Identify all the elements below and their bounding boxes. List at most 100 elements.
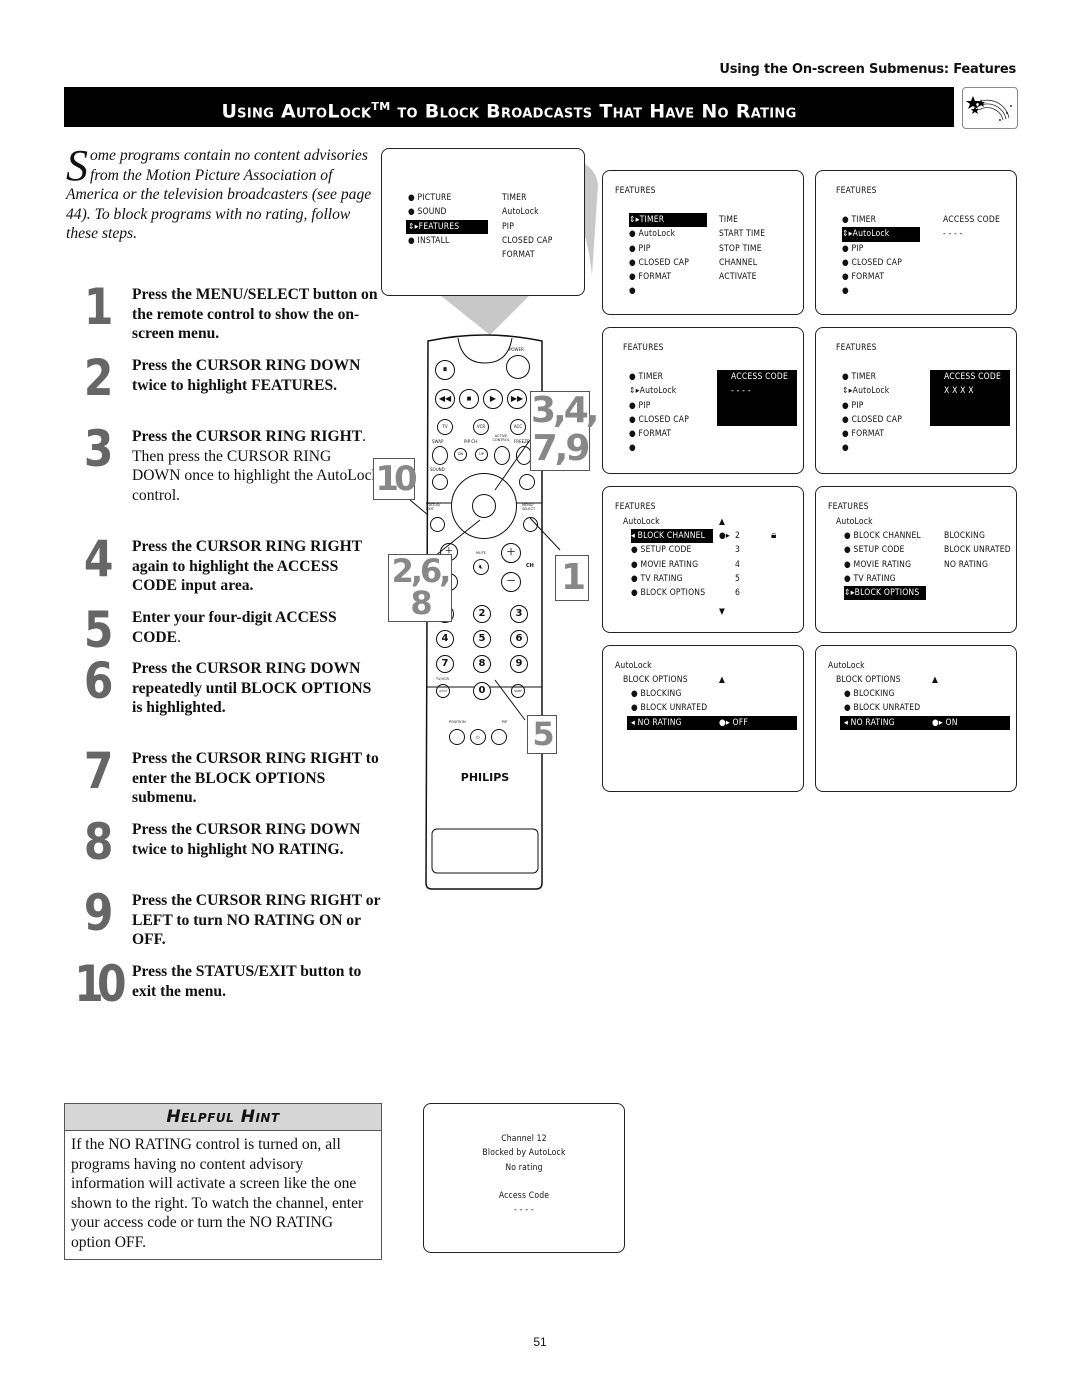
access-code-label: Access Code: [498, 1190, 550, 1201]
list-item: ● SETUP CODE: [844, 545, 905, 556]
screen-no-rating-on: AutoLock BLOCK OPTIONS ▲ ● BLOCKING ● BL…: [815, 645, 1017, 792]
callout-step-10: 10: [373, 458, 418, 500]
screen-title: FEATURES: [836, 343, 877, 353]
callout-steps-3-4-7-9: 3,4, 7,9: [530, 390, 599, 471]
step-number: 10: [74, 955, 126, 1013]
step-text: Press the CURSOR RING DOWN repeatedly un…: [132, 659, 382, 718]
access-code-field: - - - -: [943, 229, 963, 240]
step-number: 3: [83, 420, 114, 478]
padlock-icon: 🔒︎: [771, 530, 777, 541]
right-item: ACCESS CODE: [943, 215, 1001, 225]
list-item: ● CLOSED CAP: [842, 257, 903, 268]
list-item: ● TV RATING: [844, 573, 896, 584]
blocked-channel: Channel 12: [501, 1134, 547, 1144]
running-header: Using the On-screen Submenus: Features: [719, 62, 1016, 77]
step-bold: Press the CURSOR RING RIGHT again to hig…: [132, 538, 362, 594]
right-item: ACTIVATE: [719, 272, 757, 283]
screen-autolock-submenu: FEATURES AutoLock ▲ ◂ BLOCK CHANNEL ● SE…: [602, 486, 804, 633]
access-code-box: ACCESS CODE X X X X: [930, 370, 1010, 426]
step-number: 7: [83, 742, 114, 800]
list-item: ● AutoLock: [629, 229, 676, 240]
step-normal: .: [177, 628, 181, 646]
power-button[interactable]: [506, 355, 530, 379]
access-code-label: ACCESS CODE: [944, 372, 1002, 382]
right-item: BLOCK UNRATED: [944, 545, 1011, 556]
menu-item-sound: ● SOUND: [408, 207, 447, 218]
no-rating-row: ◂ NO RATING ●▸ ON: [840, 716, 1010, 731]
no-rating-value: OFF: [732, 718, 748, 728]
list-item: ● FORMAT: [842, 429, 885, 440]
screen-subtitle: AutoLock: [623, 517, 660, 527]
channel-value: 6: [735, 588, 741, 599]
menu-item-features: ⇕▸FEATURES: [406, 219, 488, 234]
screen-title: AutoLock: [615, 661, 652, 671]
access-code-box: ACCESS CODE - - - -: [717, 370, 797, 426]
main-menu-screen: ● PICTURE ● SOUND ⇕▸FEATURES ● INSTALL T…: [381, 148, 585, 296]
step-bold: Press the CURSOR RING DOWN twice to high…: [132, 821, 361, 858]
list-item: ●: [629, 286, 636, 297]
step-bold: Press the CURSOR RING DOWN repeatedly un…: [132, 660, 372, 716]
screen-right-list: BLOCKING BLOCK UNRATED NO RATING: [944, 529, 1011, 572]
screen-right-list: TIME START TIME STOP TIME CHANNEL ACTIVA…: [719, 213, 765, 284]
step-text: Press the CURSOR RING RIGHT to enter the…: [132, 749, 382, 808]
screen-block-options-highlight: FEATURES AutoLock ● BLOCK CHANNEL ● SETU…: [815, 486, 1017, 633]
channel-value: 4: [735, 559, 741, 570]
channel-numbers: 2 3 4 5 6: [735, 529, 740, 600]
brand-logo: PHILIPS: [460, 771, 510, 784]
access-code-field: X X X X: [944, 386, 974, 397]
menu-item-install: ● INSTALL: [408, 235, 450, 246]
right-item: BLOCKING: [944, 531, 986, 541]
screen-list: ● TIMER ⇕▸AutoLock ● PIP ● CLOSED CAP ● …: [842, 213, 920, 299]
list-item: ● TV RATING: [631, 573, 683, 584]
right-item: NO RATING: [944, 559, 989, 570]
title-post: to Block Broadcasts That Have No Rating: [390, 100, 797, 123]
step-bold: Press the CURSOR RING RIGHT to enter the…: [132, 750, 379, 806]
list-item: ● CLOSED CAP: [629, 414, 690, 425]
right-item: START TIME: [719, 229, 766, 240]
screen-subtitle: BLOCK OPTIONS: [836, 675, 901, 685]
page-title: Using AutoLockTM to Block Broadcasts Tha…: [64, 87, 954, 127]
list-item: ● BLOCK UNRATED: [631, 703, 708, 713]
submenu-item: CLOSED CAP: [502, 235, 553, 246]
screen-autolock: FEATURES ● TIMER ⇕▸AutoLock ● PIP ● CLOS…: [815, 170, 1017, 315]
list-item: ● CLOSED CAP: [842, 414, 903, 425]
callout-step-5: 5: [527, 715, 557, 754]
step-text: Press the CURSOR RING DOWN twice to high…: [132, 356, 382, 395]
screen-subtitle: BLOCK OPTIONS: [623, 675, 688, 685]
step-bold: Press the CURSOR RING RIGHT or LEFT to t…: [132, 892, 381, 948]
list-item: ● PIP: [629, 243, 651, 254]
right-item: TIME: [719, 215, 739, 225]
list-item: ● MOVIE RATING: [844, 559, 912, 570]
submenu-item: AutoLock: [502, 207, 539, 218]
hint-title: Helpful Hint: [65, 1104, 381, 1131]
step-text: Press the MENU/SELECT button on the remo…: [132, 285, 382, 344]
list-item-highlight: ⇕▸TIMER: [629, 213, 707, 228]
screen-access-code-empty: FEATURES ● TIMER ⇕▸AutoLock ● PIP ● CLOS…: [602, 327, 804, 474]
screen-title: FEATURES: [623, 343, 664, 353]
trademark: TM: [371, 100, 391, 113]
list-item: ● BLOCK UNRATED: [844, 703, 921, 713]
screen-title: FEATURES: [836, 186, 877, 196]
step-bold: Press the CURSOR RING DOWN twice to high…: [132, 357, 361, 394]
callout-steps-2-6-8: 2,6, 8: [388, 554, 452, 622]
step-bold: Press the MENU/SELECT button on the remo…: [132, 286, 378, 342]
list-item: ● TIMER: [842, 372, 877, 382]
screen-list: ● BLOCK CHANNEL ● SETUP CODE ● MOVIE RAT…: [844, 529, 926, 601]
access-code-field: - - - -: [731, 386, 751, 397]
down-arrow-icon: ▼: [719, 607, 726, 617]
list-item: ● CLOSED CAP: [629, 257, 690, 268]
up-arrow-icon: ▲: [719, 517, 726, 527]
list-item: ⇕▸AutoLock: [629, 386, 677, 397]
helpful-hint-box: Helpful Hint If the NO RATING control is…: [64, 1103, 382, 1260]
list-item: ● BLOCKING: [844, 689, 895, 699]
step-bold: Press the CURSOR RING RIGHT: [132, 428, 363, 445]
menu-item-picture: ● PICTURE: [408, 193, 452, 203]
step-number: 8: [83, 813, 114, 871]
pause-button[interactable]: ⏸︎: [435, 360, 455, 380]
intro-text: ome programs contain no content advisori…: [66, 147, 372, 242]
list-item: ● FORMAT: [629, 429, 672, 440]
step-text: Press the CURSOR RING RIGHT or LEFT to t…: [132, 891, 382, 950]
screen-title: FEATURES: [615, 502, 656, 512]
blocked-reason: Blocked by AutoLock: [482, 1148, 566, 1159]
channel-value: 2: [735, 531, 741, 541]
